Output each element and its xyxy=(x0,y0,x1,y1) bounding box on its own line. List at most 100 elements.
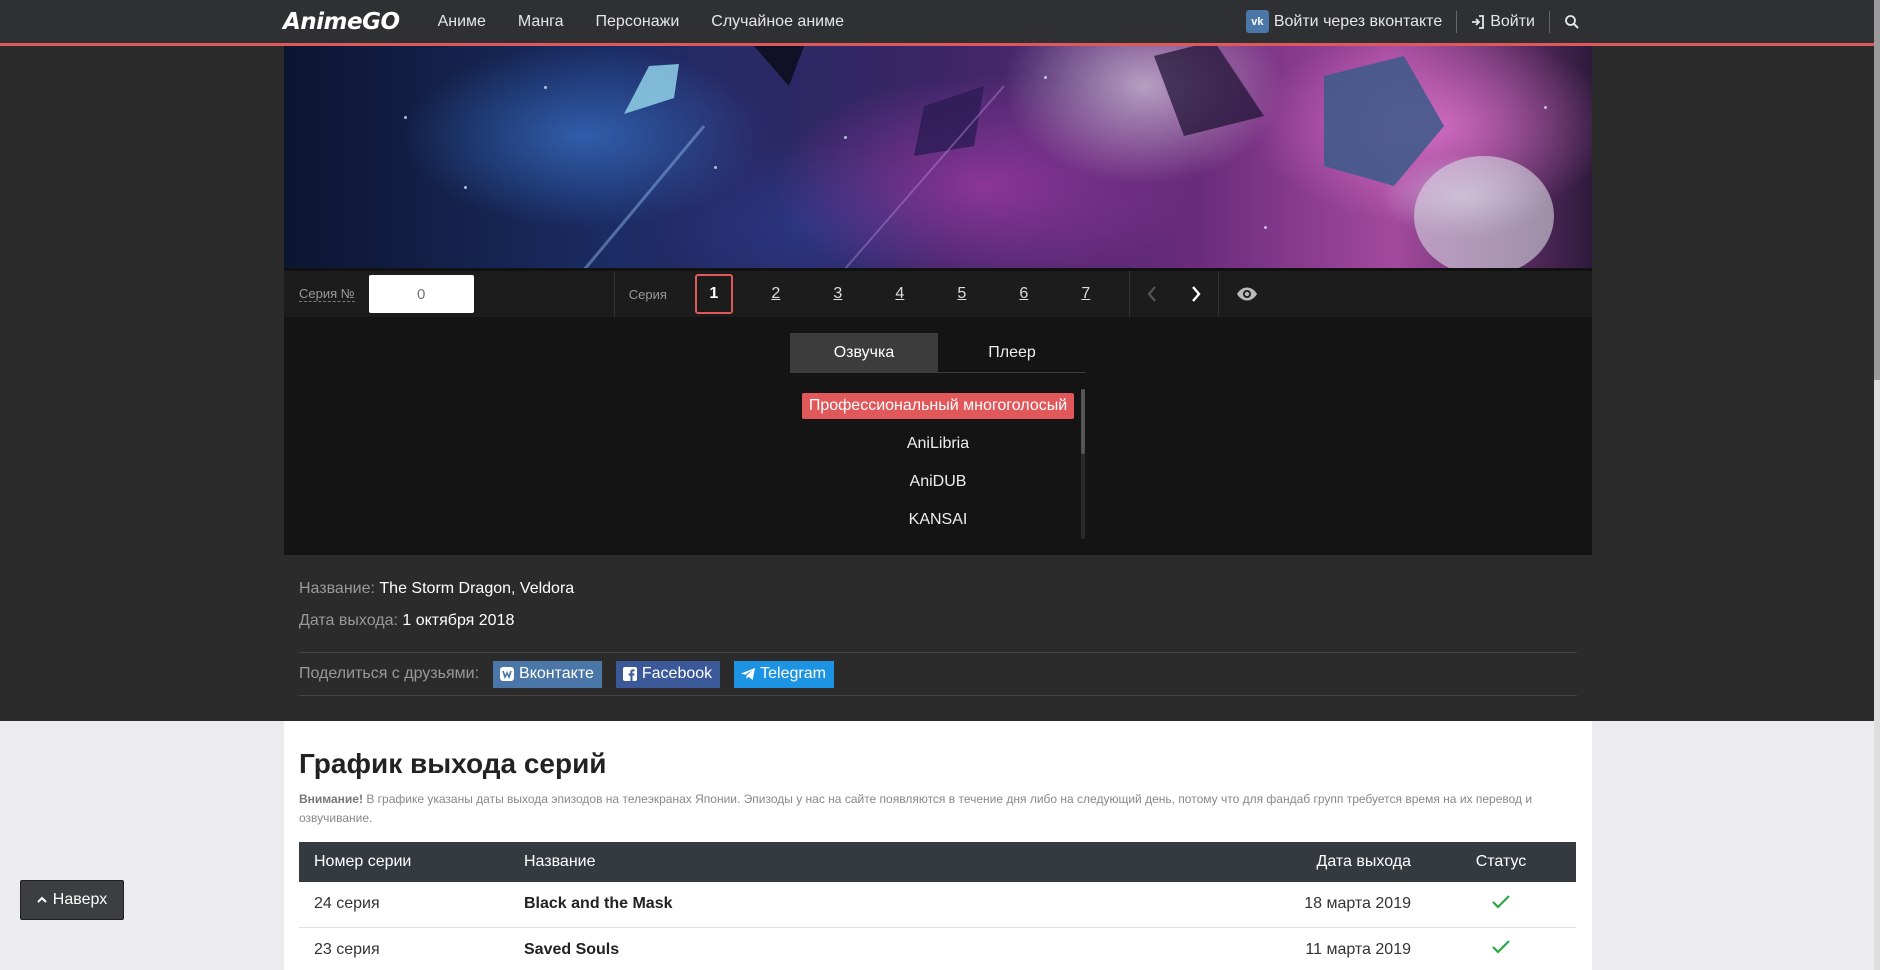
page-scrollbar-thumb[interactable] xyxy=(1874,0,1880,380)
episode-number-label: Серия № xyxy=(299,286,355,302)
share-telegram-button[interactable]: Telegram xyxy=(734,660,834,688)
top-navbar: AnimeGO Аниме Манга Персонажи Случайное … xyxy=(0,0,1880,46)
series-label: Серия xyxy=(628,286,667,302)
schedule-title: График выхода серий xyxy=(299,748,607,779)
column-header-name: Название xyxy=(509,842,1206,882)
eye-icon xyxy=(1236,287,1257,301)
episode-number-cell: 24 серия xyxy=(299,882,509,928)
nav-divider xyxy=(1456,10,1458,33)
voiceover-scrollbar-thumb[interactable] xyxy=(1081,389,1085,454)
facebook-icon xyxy=(622,666,638,682)
search-button[interactable] xyxy=(1564,14,1580,30)
episode-date-cell: 18 марта 2019 xyxy=(1206,882,1426,928)
site-logo[interactable]: AnimeGO xyxy=(283,9,400,35)
episode-selector-bar: Серия № Серия 1 2 3 4 5 6 7 xyxy=(284,271,1592,317)
episode-status-cell xyxy=(1426,927,1576,970)
episode-name-row: Название: The Storm Dragon, Veldora xyxy=(299,580,1577,598)
nav-left: AnimeGO Аниме Манга Персонажи Случайное … xyxy=(283,0,876,43)
vk-icon xyxy=(499,666,515,682)
page-scrollbar[interactable] xyxy=(1874,0,1880,970)
episode-date-cell: 11 марта 2019 xyxy=(1206,927,1426,970)
column-header-status: Статус xyxy=(1426,842,1576,882)
episode-info: Название: The Storm Dragon, Veldora Дата… xyxy=(299,580,1577,644)
column-header-date: Дата выхода xyxy=(1206,842,1426,882)
share-facebook-label: Facebook xyxy=(641,665,713,682)
schedule-note-text: В графике указаны даты выхода эпизодов н… xyxy=(299,792,1533,825)
voiceover-item-label: AniDUB xyxy=(909,473,967,490)
episode-item-3[interactable]: 3 xyxy=(819,274,857,314)
chevron-left-icon xyxy=(1147,286,1156,302)
episode-list: 1 2 3 4 5 6 7 xyxy=(694,274,1129,314)
tab-voiceover[interactable]: Озвучка xyxy=(790,333,938,373)
vk-login-button[interactable]: vk Войти через вконтакте xyxy=(1245,10,1443,33)
voiceover-item-professional[interactable]: Профессиональный многоголосый xyxy=(790,387,1086,425)
voiceover-item-label: AniLibria xyxy=(906,435,970,452)
share-label: Поделиться с друзьями: xyxy=(299,665,480,682)
release-schedule-section: График выхода серий Внимание! В графике … xyxy=(284,721,1592,970)
watched-toggle-button[interactable] xyxy=(1219,271,1275,317)
episode-item-4[interactable]: 4 xyxy=(881,274,919,314)
telegram-icon xyxy=(740,666,756,682)
episode-name-cell: Saved Souls xyxy=(509,927,1206,970)
episode-number-input[interactable] xyxy=(368,275,474,313)
prev-episodes-button[interactable] xyxy=(1130,271,1174,317)
video-still-image xyxy=(582,46,1554,270)
sign-in-icon xyxy=(1472,14,1485,29)
share-vkontakte-label: Вконтакте xyxy=(519,665,594,682)
nav-link-random-anime[interactable]: Случайное аниме xyxy=(711,13,844,31)
episode-item-1[interactable]: 1 xyxy=(694,274,733,314)
voiceover-list: Профессиональный многоголосый AniLibria … xyxy=(790,387,1086,539)
nav-link-manga[interactable]: Манга xyxy=(518,13,564,31)
share-telegram-label: Telegram xyxy=(760,665,826,682)
back-to-top-button[interactable]: Наверх xyxy=(20,880,124,920)
episode-name-cell: Black and the Mask xyxy=(509,882,1206,928)
check-icon xyxy=(1492,894,1510,909)
voiceover-scrollbar[interactable] xyxy=(1081,389,1085,539)
voiceover-tabs: Озвучка Плеер xyxy=(790,333,1086,373)
chevron-right-icon xyxy=(1191,286,1201,302)
column-header-number: Номер серии xyxy=(299,842,509,882)
login-label: Войти xyxy=(1490,12,1535,30)
share-facebook-button[interactable]: Facebook xyxy=(615,660,721,688)
nav-right: vk Войти через вконтакте Войти xyxy=(1245,0,1580,43)
voiceover-item-label: Профессиональный многоголосый xyxy=(801,393,1075,419)
episode-name-label: Название: xyxy=(299,580,375,597)
episode-bar-divider xyxy=(613,271,615,317)
schedule-note: Внимание! В графике указаны даты выхода … xyxy=(299,790,1559,828)
episode-status-cell xyxy=(1426,882,1576,928)
nav-link-anime[interactable]: Аниме xyxy=(438,13,486,31)
schedule-table: Номер серии Название Дата выхода Статус … xyxy=(299,842,1576,970)
nav-divider xyxy=(1549,10,1550,33)
voiceover-item-label: KANSAI xyxy=(908,511,968,528)
episode-arrows xyxy=(1130,271,1218,317)
schedule-note-warning: Внимание! xyxy=(299,792,363,806)
chevron-up-icon xyxy=(37,896,47,903)
episode-item-5[interactable]: 5 xyxy=(943,274,981,314)
episode-date-value: 1 октября 2018 xyxy=(402,612,515,629)
share-vkontakte-button[interactable]: Вконтакте xyxy=(493,660,602,688)
vk-icon: vk xyxy=(1245,10,1269,33)
nav-link-characters[interactable]: Персонажи xyxy=(596,13,680,31)
table-row: 24 серия Black and the Mask 18 марта 201… xyxy=(299,882,1576,928)
share-section: Поделиться с друзьями: Вконтакте Faceboo… xyxy=(299,652,1577,696)
episode-number-cell: 23 серия xyxy=(299,927,509,970)
episode-item-2[interactable]: 2 xyxy=(757,274,795,314)
vk-login-label: Войти через вконтакте xyxy=(1273,12,1443,30)
tab-player[interactable]: Плеер xyxy=(938,333,1086,373)
voiceover-item-kansai[interactable]: KANSAI xyxy=(790,501,1086,539)
voiceover-panel: Озвучка Плеер Профессиональный многоголо… xyxy=(284,317,1592,555)
episode-name-value: The Storm Dragon, Veldora xyxy=(379,580,575,597)
check-icon xyxy=(1492,940,1510,954)
voiceover-item-anilibria[interactable]: AniLibria xyxy=(790,425,1086,463)
episode-date-row: Дата выхода: 1 октября 2018 xyxy=(299,612,1577,630)
episode-item-7[interactable]: 7 xyxy=(1067,274,1105,314)
table-row: 23 серия Saved Souls 11 марта 2019 xyxy=(299,927,1576,970)
next-episodes-button[interactable] xyxy=(1174,271,1218,317)
voiceover-item-anidub[interactable]: AniDUB xyxy=(790,463,1086,501)
login-button[interactable]: Войти xyxy=(1471,13,1535,31)
schedule-table-header: Номер серии Название Дата выхода Статус xyxy=(299,842,1576,882)
episode-date-label: Дата выхода: xyxy=(299,612,398,629)
episode-item-6[interactable]: 6 xyxy=(1005,274,1043,314)
search-icon xyxy=(1565,14,1579,29)
video-player-frame[interactable] xyxy=(284,46,1592,270)
